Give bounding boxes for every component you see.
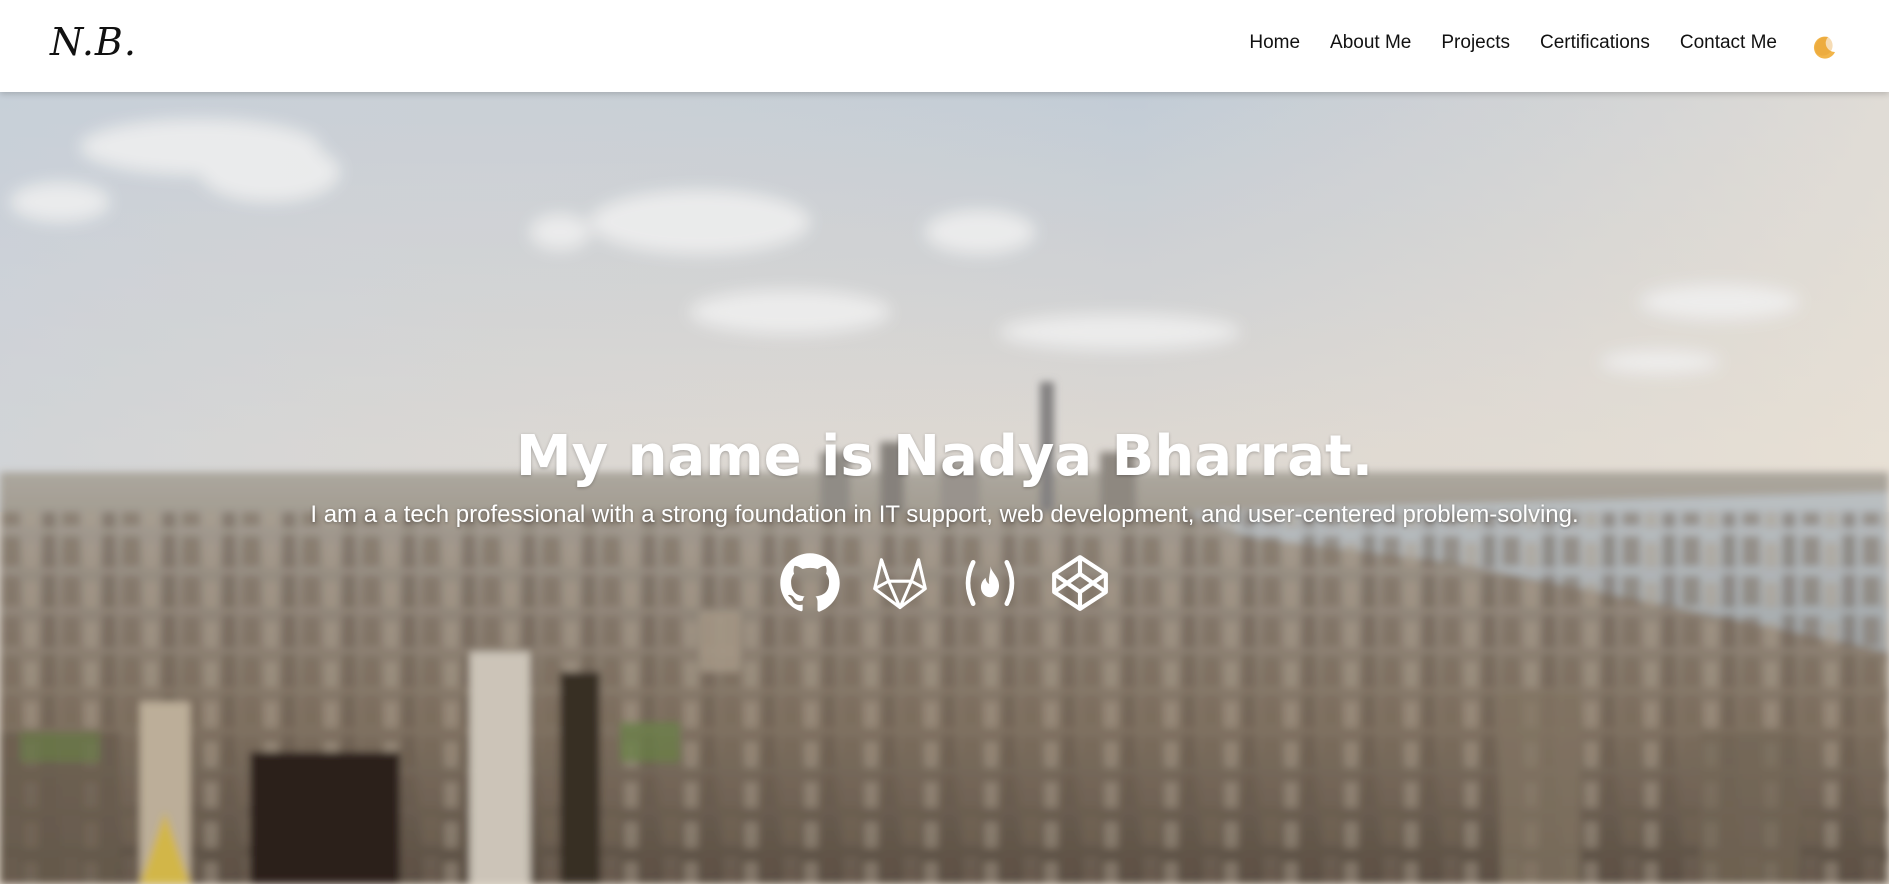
navbar: N.B. Home About Me Projects Certificatio… — [0, 0, 1889, 92]
github-link[interactable] — [779, 552, 841, 614]
nav-link-home[interactable]: Home — [1249, 32, 1300, 54]
nav-link-projects[interactable]: Projects — [1441, 32, 1510, 54]
nav-links: Home About Me Projects Certifications Co… — [1249, 32, 1777, 54]
hero-subtitle: I am a a tech professional with a strong… — [310, 501, 1579, 528]
hero-title: My name is Nadya Bharrat. — [515, 424, 1374, 489]
freecodecamp-icon — [965, 560, 1014, 606]
nav-link-contact-me[interactable]: Contact Me — [1680, 32, 1777, 54]
nav-link-about-me[interactable]: About Me — [1330, 32, 1411, 54]
codepen-icon — [1051, 555, 1108, 611]
social-links — [0, 552, 1889, 614]
nav-link-certifications[interactable]: Certifications — [1540, 32, 1650, 54]
gitlab-icon — [872, 558, 927, 610]
moon-icon — [1813, 36, 1835, 59]
theme-toggle-button[interactable] — [1811, 34, 1837, 60]
freecodecamp-link[interactable] — [959, 552, 1021, 614]
github-icon — [779, 553, 840, 612]
hero-content: My name is Nadya Bharrat. I am a a tech … — [0, 422, 1889, 614]
gitlab-link[interactable] — [869, 552, 931, 614]
site-logo[interactable]: N.B. — [50, 20, 137, 64]
hero-section: My name is Nadya Bharrat. I am a a tech … — [0, 92, 1889, 884]
codepen-link[interactable] — [1049, 552, 1111, 614]
